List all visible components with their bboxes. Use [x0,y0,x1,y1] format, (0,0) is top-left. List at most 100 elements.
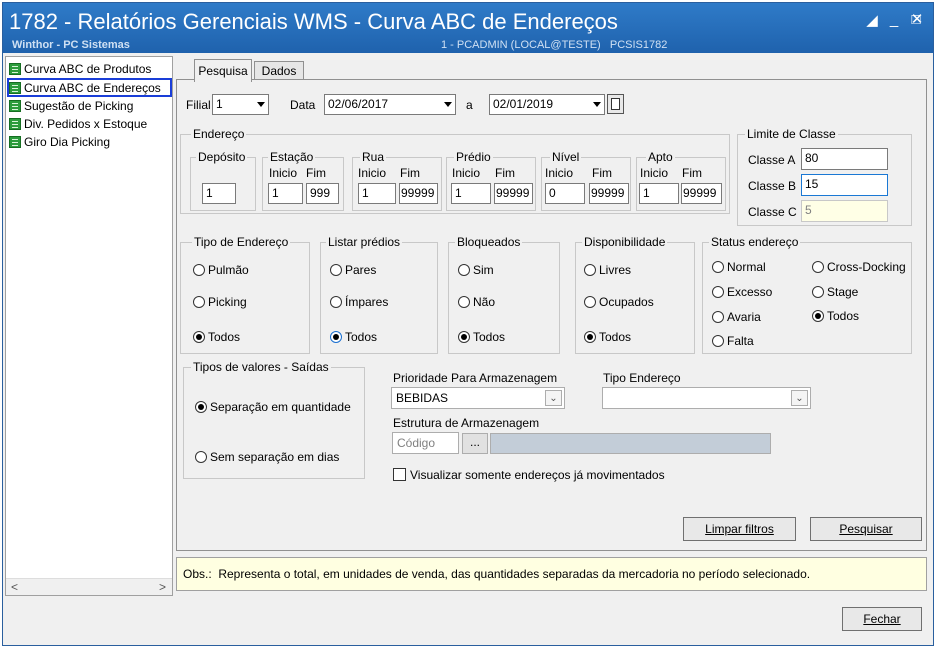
horizontal-scrollbar[interactable]: < > [6,578,172,595]
disponibilidade-title: Disponibilidade [582,235,668,249]
data-inicio-picker[interactable]: 02/06/2017 [324,94,456,115]
radio-stage[interactable]: Stage [812,285,858,299]
report-icon [9,100,21,112]
listar-predios-title: Listar prédios [326,235,403,249]
apto-fim-input[interactable]: 99999 [681,183,722,204]
report-icon [9,136,21,148]
estacao-fim-label: Fim [306,166,326,180]
chevron-down-icon: ⌄ [545,390,562,406]
limpar-filtros-button[interactable]: Limpar filtros [683,517,796,541]
nivel-inicio-label: Inicio [545,166,574,180]
tab-pesquisa[interactable]: Pesquisa [194,59,252,82]
radio-predios-todos[interactable]: Todos [330,330,377,344]
nivel-title: Nível [550,150,582,164]
window-subtitle: Winthor - PC Sistemas [12,39,130,51]
rua-inicio-input[interactable]: 1 [358,183,396,204]
estrutura-label: Estrutura de Armazenagem [393,416,540,430]
bloqueados-title: Bloqueados [455,235,523,249]
radio-falta[interactable]: Falta [712,334,754,348]
radio-disponibilidade-todos[interactable]: Todos [584,330,631,344]
sidebar-item-giro-dia-picking[interactable]: Giro Dia Picking [9,134,110,150]
visualizar-checkbox[interactable] [393,468,406,481]
chevron-down-icon [444,102,452,107]
apto-inicio-input[interactable]: 1 [639,183,679,204]
window-title: 1782 - Relatórios Gerenciais WMS - Curva… [9,9,618,34]
radio-pares[interactable]: Pares [330,263,376,277]
radio-tipo-todos[interactable]: Todos [193,330,240,344]
radio-sim[interactable]: Sim [458,263,494,277]
minimize-icon[interactable]: _ [885,11,903,28]
radio-status-todos[interactable]: Todos [812,309,859,323]
report-icon [9,118,21,130]
pesquisar-button[interactable]: Pesquisar [810,517,922,541]
nivel-inicio-input[interactable]: 0 [545,183,585,204]
fechar-button[interactable]: Fechar [842,607,922,631]
close-icon[interactable]: ✕ [908,10,926,28]
visualizar-label: Visualizar somente endereços já moviment… [410,468,665,482]
rua-fim-label: Fim [400,166,420,180]
rua-inicio-label: Inicio [358,166,387,180]
estacao-inicio-input[interactable]: 1 [268,183,303,204]
rua-title: Rua [360,150,387,164]
nivel-fim-input[interactable]: 99999 [589,183,629,204]
radio-nao[interactable]: Não [458,295,495,309]
radio-ocupados[interactable]: Ocupados [584,295,654,309]
radio-impares[interactable]: Ímpares [330,295,388,309]
data-fim-picker[interactable]: 02/01/2019 [489,94,605,115]
estrutura-descricao-field [490,433,771,454]
radio-pulmao[interactable]: Pulmão [193,263,249,277]
radio-separacao-quantidade[interactable]: Separação em quantidade [195,400,351,414]
report-list: Curva ABC de Produtos Curva ABC de Ender… [5,56,173,596]
sidebar-item-sugestao-picking[interactable]: Sugestão de Picking [9,98,133,114]
deposito-input[interactable]: 1 [202,183,236,204]
report-icon [9,81,21,94]
prioridade-label: Prioridade Para Armazenagem [393,371,558,385]
radio-excesso[interactable]: Excesso [712,285,772,299]
filial-select[interactable]: 1 [212,94,269,115]
apto-title: Apto [646,150,675,164]
radio-sem-separacao-dias[interactable]: Sem separação em dias [195,450,339,464]
predio-inicio-label: Inicio [452,166,481,180]
observation-bar: Obs.: Representa o total, em unidades de… [176,557,927,591]
limite-classe-title: Limite de Classe [745,127,838,141]
radio-avaria[interactable]: Avaria [712,310,761,324]
predio-title: Prédio [454,150,493,164]
sidebar-item-div-pedidos[interactable]: Div. Pedidos x Estoque [9,116,147,132]
nivel-fim-label: Fim [592,166,612,180]
classe-b-input[interactable]: 15 [801,174,888,196]
sidebar-item-curva-abc-enderecos[interactable]: Curva ABC de Endereços [7,78,172,97]
classe-b-label: Classe B [748,179,797,193]
radio-normal[interactable]: Normal [712,260,766,274]
sidebar-item-curva-abc-produtos[interactable]: Curva ABC de Produtos [9,61,151,77]
estacao-inicio-label: Inicio [269,166,298,180]
estacao-fim-input[interactable]: 999 [306,183,339,204]
classe-a-label: Classe A [748,153,796,167]
tipo-endereco-select[interactable]: ⌄ [602,387,811,409]
classe-c-input: 5 [801,200,888,222]
apto-fim-label: Fim [682,166,702,180]
chevron-down-icon [593,102,601,107]
scroll-left-icon[interactable]: < [11,580,18,594]
tab-dados[interactable]: Dados [254,61,304,80]
report-icon [9,63,21,75]
classe-a-input[interactable]: 80 [801,148,888,170]
restore-icon[interactable]: ◢ [863,11,881,29]
calendar-icon[interactable] [607,94,624,114]
estacao-title: Estação [268,150,316,164]
tipos-valores-title: Tipos de valores - Saídas [191,360,331,374]
title-bar: 1782 - Relatórios Gerenciais WMS - Curva… [3,3,933,53]
predio-fim-input[interactable]: 99999 [494,183,533,204]
status-endereco-title: Status endereço [709,235,801,249]
endereco-title: Endereço [191,127,247,141]
predio-inicio-input[interactable]: 1 [451,183,491,204]
radio-picking[interactable]: Picking [193,295,247,309]
classe-c-label: Classe C [748,205,797,219]
rua-fim-input[interactable]: 99999 [399,183,438,204]
radio-bloqueados-todos[interactable]: Todos [458,330,505,344]
radio-cross-docking[interactable]: Cross-Docking [812,260,906,274]
prioridade-select[interactable]: BEBIDAS ⌄ [391,387,565,409]
scroll-right-icon[interactable]: > [159,580,166,594]
estrutura-lookup-button[interactable]: ... [462,433,488,454]
radio-livres[interactable]: Livres [584,263,631,277]
estrutura-codigo-input[interactable]: Código [392,432,459,454]
